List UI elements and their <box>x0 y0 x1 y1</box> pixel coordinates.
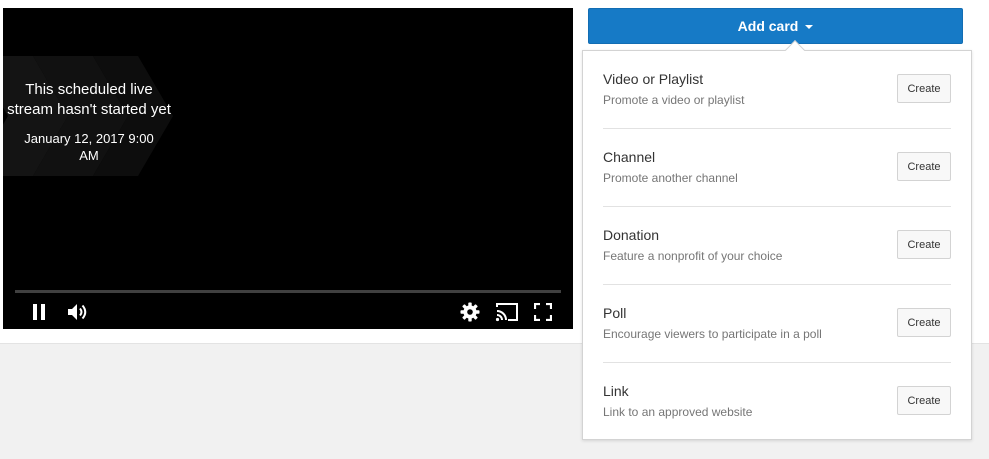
slate-message: This scheduled live stream hasn't starte… <box>3 80 175 164</box>
item-title: Link <box>603 383 629 399</box>
pause-icon <box>33 304 45 320</box>
create-video-card-button[interactable]: Create <box>897 74 951 103</box>
settings-button[interactable] <box>456 300 484 324</box>
item-description: Feature a nonprofit of your choice <box>603 249 783 263</box>
add-card-menu: Video or Playlist Promote a video or pla… <box>582 50 972 440</box>
progress-bar[interactable] <box>15 290 561 293</box>
fullscreen-icon <box>534 303 552 321</box>
menu-item-poll: Poll Encourage viewers to participate in… <box>603 285 951 363</box>
item-description: Promote a video or playlist <box>603 93 745 107</box>
cast-icon <box>495 303 518 322</box>
cast-button[interactable] <box>493 300 521 324</box>
item-description: Link to an approved website <box>603 405 753 419</box>
add-card-button[interactable]: Add card <box>588 8 963 44</box>
create-donation-card-button[interactable]: Create <box>897 230 951 259</box>
volume-icon <box>68 304 87 320</box>
fullscreen-button[interactable] <box>529 300 557 324</box>
menu-item-link: Link Link to an approved website Create <box>603 363 951 441</box>
pause-button[interactable] <box>25 300 53 324</box>
video-player[interactable]: This scheduled live stream hasn't starte… <box>3 8 573 329</box>
volume-button[interactable] <box>64 300 92 324</box>
menu-item-video-or-playlist: Video or Playlist Promote a video or pla… <box>603 51 951 129</box>
item-title: Donation <box>603 227 660 243</box>
add-card-label: Add card <box>737 18 799 34</box>
item-description: Promote another channel <box>603 171 738 185</box>
create-channel-card-button[interactable]: Create <box>897 152 951 181</box>
create-poll-card-button[interactable]: Create <box>897 308 951 337</box>
create-link-card-button[interactable]: Create <box>897 386 951 415</box>
item-title: Poll <box>603 305 627 321</box>
caret-down-icon <box>805 25 814 29</box>
settings-gear-icon <box>460 302 480 322</box>
slate-date: January 12, 2017 9:00 AM <box>24 131 154 163</box>
menu-item-donation: Donation Feature a nonprofit of your cho… <box>603 207 951 285</box>
menu-item-channel: Channel Promote another channel Create <box>603 129 951 207</box>
slate-title: This scheduled live stream hasn't starte… <box>7 81 171 118</box>
item-description: Encourage viewers to participate in a po… <box>603 327 822 341</box>
item-title: Channel <box>603 149 656 165</box>
item-title: Video or Playlist <box>603 71 704 87</box>
